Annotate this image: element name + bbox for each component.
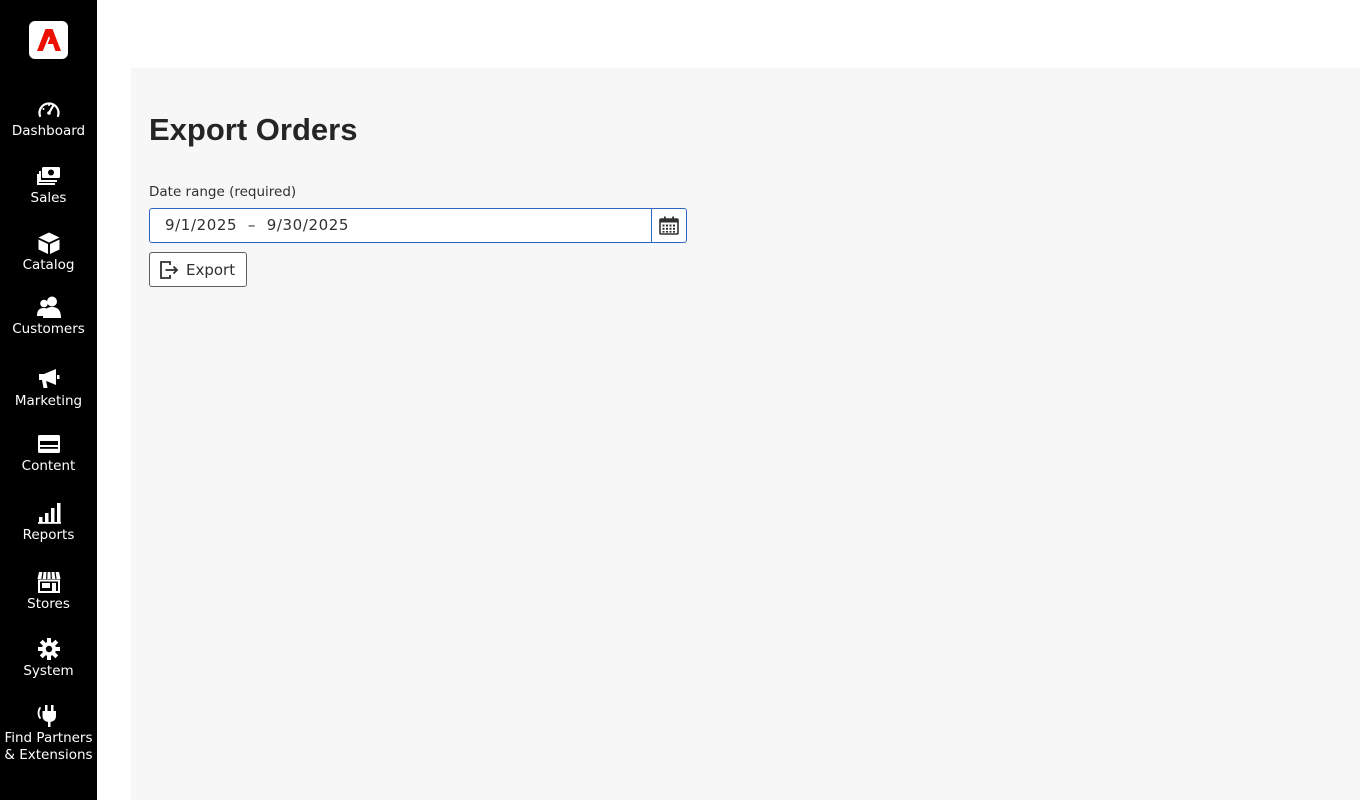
- gear-icon: [37, 638, 60, 660]
- sidebar-item-label: Customers: [12, 321, 85, 337]
- date-range-value[interactable]: 9/1/2025 – 9/30/2025: [165, 209, 349, 242]
- page-title: Export Orders: [149, 112, 358, 147]
- megaphone-icon: [38, 369, 59, 388]
- sidebar-item-label: System: [23, 663, 74, 679]
- sidebar-item-label: Catalog: [22, 257, 75, 273]
- main-content: Export Orders Date range (required) 9/1/…: [131, 68, 1360, 800]
- date-range-input[interactable]: 9/1/2025 – 9/30/2025: [149, 208, 687, 243]
- sidebar-item-find-partners[interactable]: Find Partners & Extensions: [0, 705, 97, 764]
- sidebar-item-label: Marketing: [14, 393, 83, 409]
- calendar-button[interactable]: [651, 209, 686, 242]
- sidebar-item-stores[interactable]: Stores: [0, 571, 97, 613]
- export-button-label: Export: [186, 260, 236, 279]
- export-button[interactable]: Export: [149, 252, 247, 287]
- money-icon: [36, 167, 60, 185]
- bar-chart-icon: [37, 503, 61, 524]
- date-range-label: Date range (required): [149, 184, 297, 200]
- export-icon: [160, 260, 179, 279]
- sidebar-item-label-line2: & Extensions: [4, 747, 93, 763]
- sidebar-item-customers[interactable]: Customers: [0, 296, 97, 338]
- sidebar-item-content[interactable]: Content: [0, 433, 97, 475]
- sidebar-item-label: Dashboard: [11, 123, 86, 139]
- logo-icon: [36, 29, 61, 51]
- admin-sidebar: Dashboard Sales Catalog Customers Market…: [0, 0, 97, 800]
- storefront-icon: [37, 571, 60, 593]
- layout-icon: [37, 435, 60, 453]
- speedometer-icon: [37, 102, 60, 118]
- sidebar-item-dashboard[interactable]: Dashboard: [0, 98, 97, 140]
- plug-icon: [37, 705, 56, 727]
- box-icon: [38, 232, 59, 254]
- adobe-commerce-logo[interactable]: [29, 21, 68, 59]
- sidebar-item-label: Content: [21, 458, 76, 474]
- users-icon: [36, 296, 61, 318]
- sidebar-item-label: Find Partners: [4, 730, 93, 746]
- sidebar-item-system[interactable]: System: [0, 638, 97, 680]
- sidebar-item-marketing[interactable]: Marketing: [0, 368, 97, 410]
- sidebar-item-label: Reports: [22, 527, 75, 543]
- sidebar-item-reports[interactable]: Reports: [0, 502, 97, 544]
- sidebar-item-label: Stores: [27, 596, 70, 612]
- sidebar-item-catalog[interactable]: Catalog: [0, 232, 97, 274]
- calendar-icon: [659, 216, 679, 235]
- sidebar-item-label: Sales: [30, 190, 67, 206]
- sidebar-item-sales[interactable]: Sales: [0, 165, 97, 207]
